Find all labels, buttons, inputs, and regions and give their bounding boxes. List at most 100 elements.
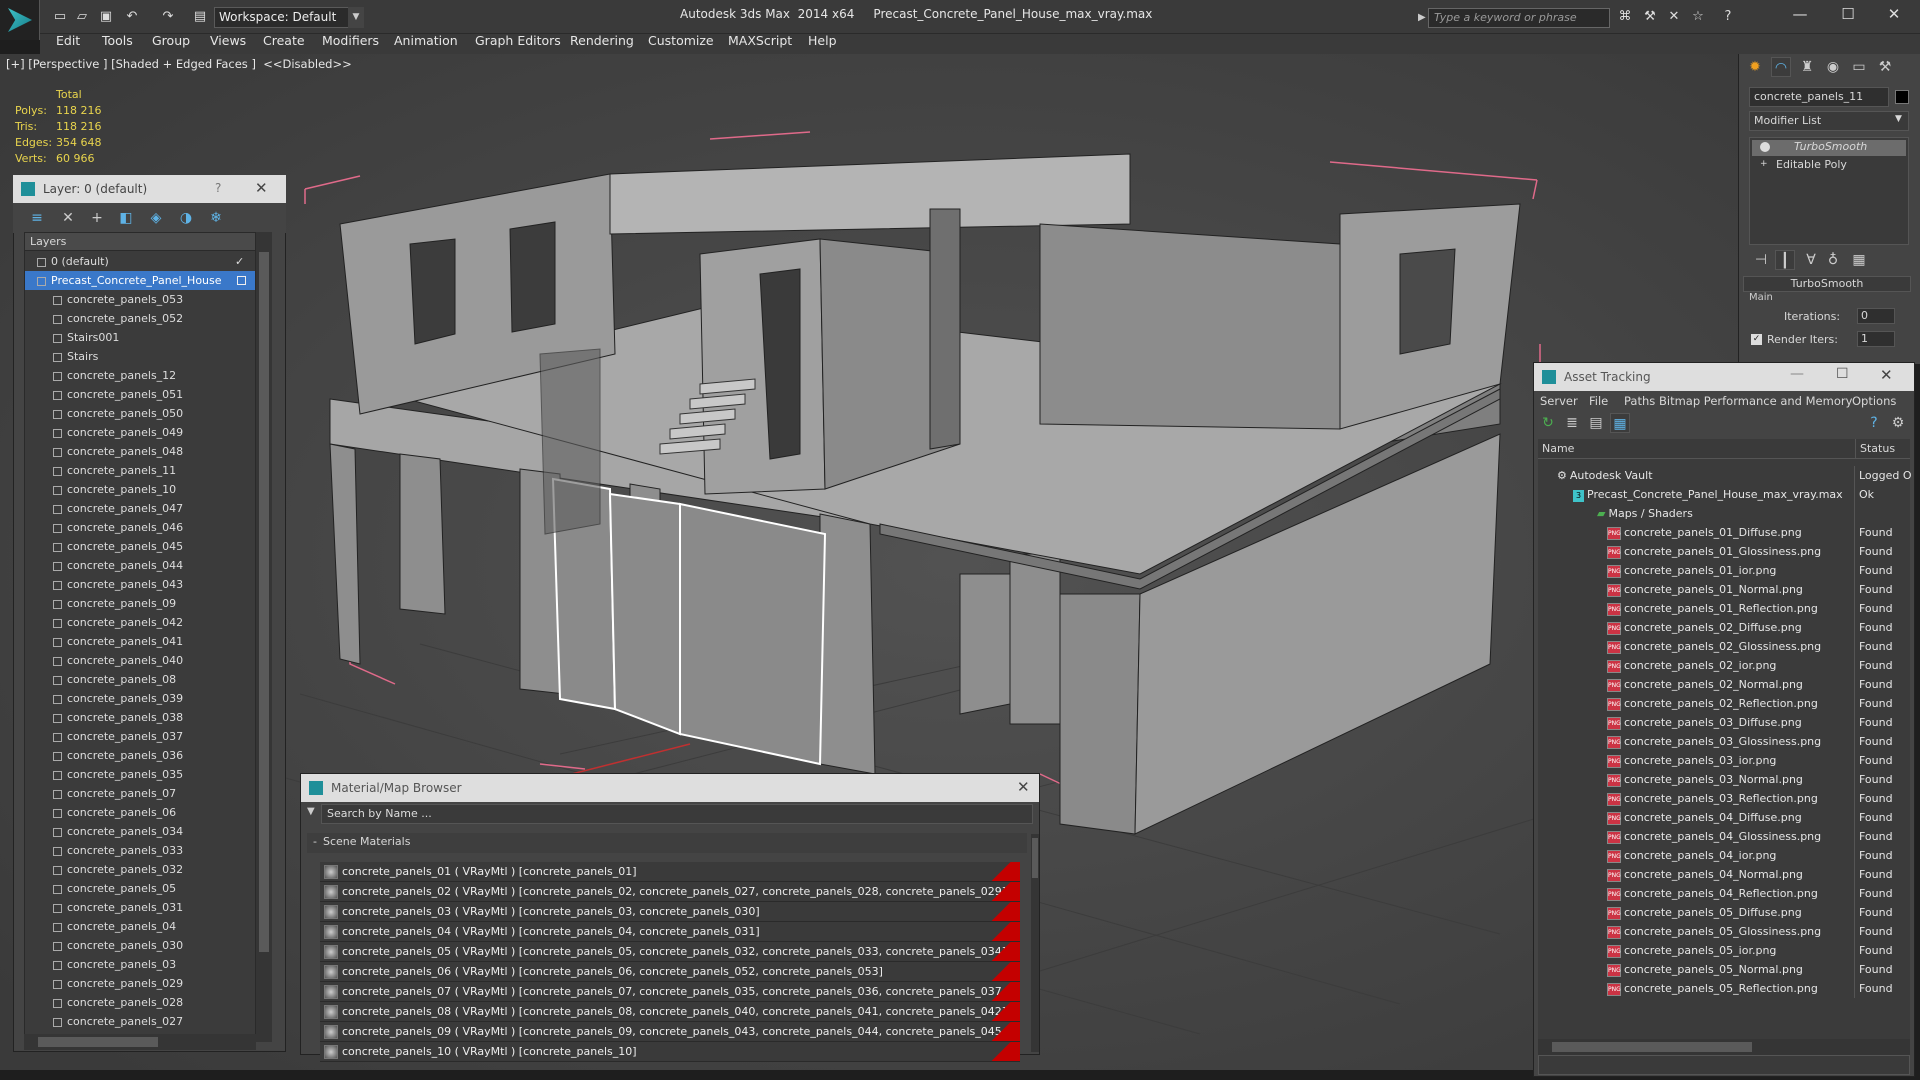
menu-create[interactable]: Create [263, 33, 305, 48]
chevron-down-icon[interactable]: ▼ [1895, 114, 1902, 124]
menu-graph-editors[interactable]: Graph Editors [475, 33, 561, 48]
menu-modifiers[interactable]: Modifiers [322, 33, 379, 48]
layer-object-row[interactable]: concrete_panels_047 [25, 499, 255, 518]
layer-object-row[interactable]: concrete_panels_050 [25, 404, 255, 423]
expand-arrow-icon[interactable]: ▶ [1418, 12, 1426, 23]
layer-object-row[interactable]: concrete_panels_040 [25, 651, 255, 670]
asset-row[interactable]: 3 Precast_Concrete_Panel_House_max_vray.m… [1537, 485, 1911, 504]
viewport-label[interactable]: [+] [Perspective ] [Shaded + Edged Faces… [6, 57, 352, 71]
display-tab-icon[interactable]: ▭ [1849, 57, 1869, 77]
layer-object-row[interactable]: concrete_panels_07 [25, 784, 255, 803]
material-search-input[interactable]: Search by Name ... [321, 804, 1033, 824]
asset-row[interactable]: PNG concrete_panels_02_Normal.png Found [1537, 675, 1911, 694]
asset-row[interactable]: ⚙ Autodesk Vault Logged O [1537, 466, 1912, 485]
asset-row[interactable]: ▰ Maps / Shaders [1537, 504, 1911, 523]
save-file-icon[interactable]: ▣ [96, 8, 116, 26]
highlight-layer-icon[interactable]: ◈ [146, 208, 166, 228]
menu-views[interactable]: Views [210, 33, 246, 48]
make-unique-icon[interactable]: ∀ [1801, 250, 1821, 270]
app-logo-button[interactable] [0, 0, 40, 40]
layer-object-row[interactable]: concrete_panels_037 [25, 727, 255, 746]
asset-row[interactable]: PNG concrete_panels_02_ior.png Found [1537, 656, 1911, 675]
help-icon[interactable]: ? [215, 181, 221, 195]
modifier-list-dropdown[interactable]: Modifier List [1749, 111, 1909, 131]
asset-row[interactable]: PNG concrete_panels_04_ior.png Found [1537, 846, 1911, 865]
asset-menu-server[interactable]: Server [1540, 394, 1578, 408]
layer-object-row[interactable]: concrete_panels_044 [25, 556, 255, 575]
asset-path-field[interactable] [1538, 1055, 1910, 1075]
tree-view-icon[interactable]: ▤ [1586, 413, 1606, 433]
asset-row[interactable]: PNG concrete_panels_01_Diffuse.png Found [1537, 523, 1911, 542]
asset-row[interactable]: PNG concrete_panels_03_Glossiness.png Foun… [1537, 732, 1911, 751]
chevron-down-icon[interactable]: ▼ [348, 7, 364, 28]
freeze-all-layers-icon[interactable]: ❄ [206, 208, 226, 228]
material-row[interactable]: concrete_panels_10 ( VRayMtl ) [concrete… [320, 1042, 1020, 1062]
asset-row[interactable]: PNG concrete_panels_02_Reflection.png Foun… [1537, 694, 1911, 713]
layer-object-row[interactable]: concrete_panels_045 [25, 537, 255, 556]
menu-edit[interactable]: Edit [56, 33, 80, 48]
layer-row[interactable]: Precast_Concrete_Panel_House [25, 271, 255, 290]
layer-object-row[interactable]: concrete_panels_048 [25, 442, 255, 461]
menu-tools[interactable]: Tools [102, 33, 133, 48]
new-file-icon[interactable]: ▭ [50, 8, 70, 26]
layer-object-row[interactable]: concrete_panels_09 [25, 594, 255, 613]
maximize-icon[interactable]: ☐ [1836, 366, 1849, 382]
layers-column-header[interactable]: Layers [25, 233, 255, 251]
layer-object-row[interactable]: concrete_panels_046 [25, 518, 255, 537]
list-view-icon[interactable]: ≣ [1562, 413, 1582, 433]
asset-row[interactable]: PNG concrete_panels_01_Normal.png Found [1537, 580, 1911, 599]
asset-row[interactable]: PNG concrete_panels_02_Glossiness.png Foun… [1537, 637, 1911, 656]
menu-help[interactable]: Help [808, 33, 837, 48]
asset-row[interactable]: PNG concrete_panels_05_Reflection.png Foun… [1537, 979, 1911, 998]
asset-row[interactable]: PNG concrete_panels_05_Diffuse.png Found [1537, 903, 1911, 922]
asset-row[interactable]: PNG concrete_panels_05_Glossiness.png Foun… [1537, 922, 1911, 941]
project-folder-icon[interactable]: ▤ [190, 8, 210, 26]
layer-object-row[interactable]: concrete_panels_033 [25, 841, 255, 860]
create-layer-icon[interactable]: ≡ [27, 208, 47, 228]
table-view-icon[interactable]: ▦ [1610, 413, 1630, 433]
select-objects-icon[interactable]: ◧ [116, 208, 136, 228]
asset-row[interactable]: PNG concrete_panels_04_Normal.png Found [1537, 865, 1911, 884]
material-list-scrollbar[interactable] [1031, 834, 1039, 1052]
layer-row[interactable]: 0 (default) ✓ [25, 252, 255, 271]
menu-group[interactable]: Group [152, 33, 190, 48]
menu-animation[interactable]: Animation [394, 33, 458, 48]
layer-object-row[interactable]: concrete_panels_027 [25, 1012, 255, 1031]
search-input[interactable]: Type a keyword or phrase [1428, 8, 1610, 28]
layer-object-row[interactable]: concrete_panels_05 [25, 879, 255, 898]
close-icon[interactable]: ✕ [1017, 778, 1030, 796]
asset-row[interactable]: PNG concrete_panels_02_Diffuse.png Found [1537, 618, 1911, 637]
close-icon[interactable]: ✕ [255, 179, 268, 197]
close-icon[interactable]: ✕ [1880, 366, 1893, 384]
layer-object-row[interactable]: concrete_panels_041 [25, 632, 255, 651]
layer-object-row[interactable]: concrete_panels_051 [25, 385, 255, 404]
layer-object-row[interactable]: concrete_panels_029 [25, 974, 255, 993]
name-column-header[interactable]: Name [1542, 442, 1574, 455]
layer-object-row[interactable]: concrete_panels_04 [25, 917, 255, 936]
material-row[interactable]: concrete_panels_09 ( VRayMtl ) [concrete… [320, 1022, 1020, 1042]
modifier-turbosmooth[interactable]: TurboSmooth [1752, 140, 1906, 156]
undo-icon[interactable]: ↶ [122, 8, 142, 26]
refresh-icon[interactable]: ↻ [1538, 413, 1558, 433]
material-row[interactable]: concrete_panels_06 ( VRayMtl ) [concrete… [320, 962, 1020, 982]
help-icon[interactable]: ? [1864, 413, 1884, 433]
asset-row[interactable]: PNG concrete_panels_05_Normal.png Found [1537, 960, 1911, 979]
asset-row[interactable]: PNG concrete_panels_03_Diffuse.png Found [1537, 713, 1911, 732]
render-iters-checkbox[interactable]: ✓ [1751, 334, 1762, 345]
current-layer-check-icon[interactable]: ✓ [235, 252, 244, 271]
workspace-dropdown[interactable]: Workspace: Default [214, 7, 364, 28]
asset-row[interactable]: PNG concrete_panels_03_ior.png Found [1537, 751, 1911, 770]
asset-row[interactable]: PNG concrete_panels_05_ior.png Found [1537, 941, 1911, 960]
layer-object-row[interactable]: concrete_panels_035 [25, 765, 255, 784]
material-row[interactable]: concrete_panels_08 ( VRayMtl ) [concrete… [320, 1002, 1020, 1022]
utilities-tab-icon[interactable]: ⚒ [1875, 57, 1895, 77]
add-to-layer-icon[interactable]: + [87, 208, 107, 228]
set-current-layer-icon[interactable] [237, 276, 246, 285]
layer-object-row[interactable]: concrete_panels_052 [25, 309, 255, 328]
hierarchy-tab-icon[interactable]: ♜ [1797, 57, 1817, 77]
communication-icon[interactable]: ✕ [1664, 8, 1684, 26]
layer-list-hscrollbar[interactable] [24, 1034, 256, 1050]
render-iters-spinner[interactable]: 1 [1857, 331, 1895, 347]
minimize-icon[interactable]: — [1790, 366, 1804, 382]
hide-all-layers-icon[interactable]: ◑ [176, 208, 196, 228]
